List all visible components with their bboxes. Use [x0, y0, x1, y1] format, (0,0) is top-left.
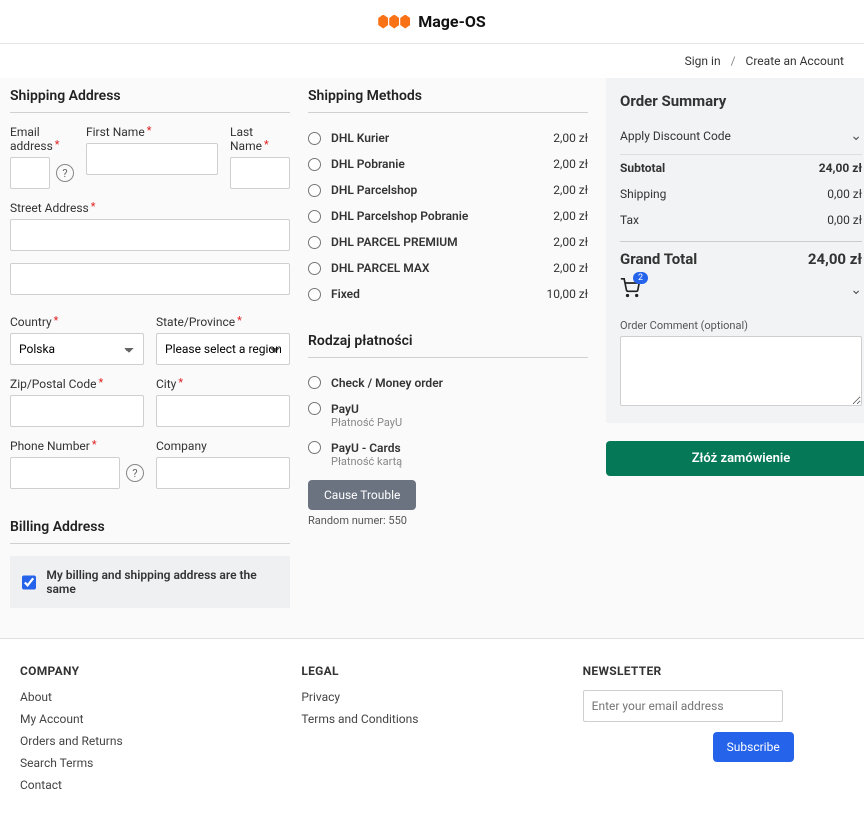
separator: / [731, 54, 736, 68]
email-field[interactable] [10, 157, 50, 189]
ship-radio[interactable] [308, 288, 321, 301]
shipping-address-title: Shipping Address [10, 78, 290, 113]
footer-link-orders[interactable]: Orders and Returns [20, 734, 281, 748]
shipping-methods-section: Shipping Methods DHL Kurier2,00 zł DHL P… [308, 78, 588, 608]
street-label: Street Address [10, 201, 290, 215]
company-label: Company [156, 439, 290, 453]
sign-in-link[interactable]: Sign in [685, 54, 721, 68]
subtotal-label: Subtotal [620, 161, 665, 175]
grand-label: Grand Total [620, 250, 697, 268]
tax-label: Tax [620, 213, 639, 227]
street-field-1[interactable] [10, 219, 290, 251]
create-account-link[interactable]: Create an Account [746, 54, 844, 68]
first-name-label: First Name [86, 125, 218, 139]
last-name-label: Last Name [230, 125, 290, 153]
random-number-text: Random numer: 550 [308, 514, 588, 527]
footer-link-terms[interactable]: Terms and Conditions [301, 712, 562, 726]
payment-row[interactable]: PayU - CardsPłatność kartą [308, 435, 588, 474]
zip-label: Zip/Postal Code [10, 377, 144, 391]
ship-radio[interactable] [308, 132, 321, 145]
payment-row[interactable]: PayUPłatność PayU [308, 396, 588, 435]
email-label: Email address [10, 125, 74, 153]
billing-same-row[interactable]: My billing and shipping address are the … [10, 556, 290, 608]
shipping-methods-title: Shipping Methods [308, 78, 588, 113]
order-comment-textarea[interactable] [620, 336, 862, 406]
street-field-2[interactable] [10, 263, 290, 295]
footer-link-privacy[interactable]: Privacy [301, 690, 562, 704]
zip-field[interactable] [10, 395, 144, 427]
country-select[interactable]: Polska [10, 333, 144, 365]
footer-link-about[interactable]: About [20, 690, 281, 704]
ship-method-row[interactable]: DHL PARCEL MAX2,00 zł [308, 255, 588, 281]
logo[interactable]: Mage-OS [378, 12, 486, 31]
state-label: State/Province [156, 315, 290, 329]
cart-badge: 2 [633, 272, 648, 284]
tooltip-icon[interactable]: ? [126, 464, 144, 482]
first-name-field[interactable] [86, 143, 218, 175]
ship-radio[interactable] [308, 262, 321, 275]
ship-radio[interactable] [308, 158, 321, 171]
tax-value: 0,00 zł [827, 213, 862, 227]
country-label: Country [10, 315, 144, 329]
ship-method-row[interactable]: DHL Pobranie2,00 zł [308, 151, 588, 177]
company-field[interactable] [156, 457, 290, 489]
ship-radio[interactable] [308, 236, 321, 249]
footer-newsletter-head: NEWSLETTER [583, 664, 844, 678]
ship-method-row[interactable]: Fixed10,00 zł [308, 281, 588, 307]
newsletter-input[interactable] [583, 690, 783, 722]
ship-method-row[interactable]: DHL Parcelshop2,00 zł [308, 177, 588, 203]
footer-link-account[interactable]: My Account [20, 712, 281, 726]
subscribe-button[interactable]: Subscribe [713, 732, 794, 762]
ship-method-row[interactable]: DHL Parcelshop Pobranie2,00 zł [308, 203, 588, 229]
comment-label: Order Comment (optional) [620, 319, 862, 332]
ship-method-row[interactable]: DHL Kurier2,00 zł [308, 125, 588, 151]
ship-method-row[interactable]: DHL PARCEL PREMIUM2,00 zł [308, 229, 588, 255]
subtotal-value: 24,00 zł [819, 161, 862, 175]
cause-trouble-button[interactable]: Cause Trouble [308, 480, 416, 510]
payment-title: Rodzaj płatności [308, 323, 588, 358]
state-select[interactable]: Please select a region, state or provinc… [156, 333, 290, 365]
tooltip-icon[interactable]: ? [56, 164, 74, 182]
city-label: City [156, 377, 290, 391]
footer-legal-head: LEGAL [301, 664, 562, 678]
payment-radio[interactable] [308, 402, 321, 415]
footer-link-contact[interactable]: Contact [20, 778, 281, 792]
discount-toggle[interactable]: Apply Discount Code ⌄ [620, 122, 862, 155]
payment-row[interactable]: Check / Money order [308, 370, 588, 396]
last-name-field[interactable] [230, 157, 290, 189]
billing-same-checkbox[interactable] [22, 575, 36, 590]
chevron-down-icon: ⌄ [850, 128, 862, 144]
footer-company-head: COMPANY [20, 664, 281, 678]
chevron-down-icon: ⌄ [850, 282, 862, 298]
order-summary-section: Order Summary Apply Discount Code ⌄ Subt… [606, 78, 864, 608]
cart-items-toggle[interactable]: 2 ⌄ [620, 268, 862, 311]
ship-radio[interactable] [308, 184, 321, 197]
payment-radio[interactable] [308, 376, 321, 389]
header: Mage-OS [0, 0, 864, 44]
place-order-button[interactable]: Złóż zamówienie [606, 441, 864, 476]
top-links: Sign in / Create an Account [0, 44, 864, 78]
logo-text: Mage-OS [418, 12, 486, 31]
shipping-label: Shipping [620, 187, 666, 201]
footer-link-search[interactable]: Search Terms [20, 756, 281, 770]
footer: COMPANY About My Account Orders and Retu… [0, 638, 864, 840]
shipping-value: 0,00 zł [827, 187, 862, 201]
payment-radio[interactable] [308, 441, 321, 454]
phone-field[interactable] [10, 457, 120, 489]
ship-radio[interactable] [308, 210, 321, 223]
city-field[interactable] [156, 395, 290, 427]
cart-icon: 2 [620, 278, 640, 301]
grand-value: 24,00 zł [808, 250, 862, 268]
phone-label: Phone Number [10, 439, 144, 453]
shipping-address-section: Shipping Address Email address ? First N… [10, 78, 290, 608]
logo-icon [378, 15, 410, 29]
billing-title: Billing Address [10, 509, 290, 544]
billing-same-label: My billing and shipping address are the … [46, 568, 278, 596]
summary-title: Order Summary [620, 92, 862, 110]
